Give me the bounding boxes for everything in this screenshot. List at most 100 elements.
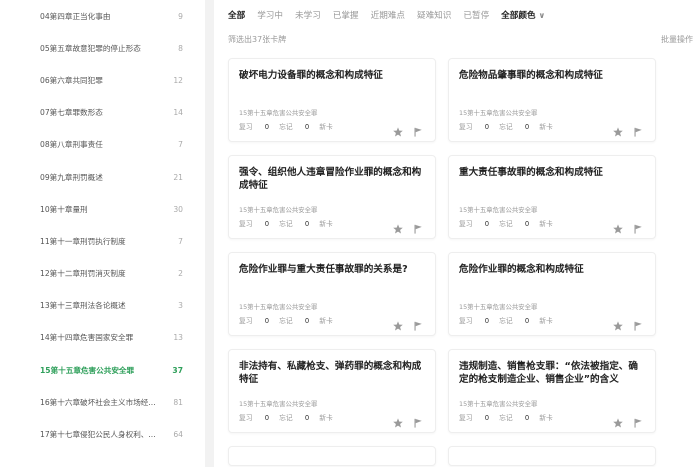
star-icon[interactable] [613,413,623,428]
filter-tab[interactable]: 已掌握 [333,9,359,21]
chapter-label: 08第八章刑事责任 [40,140,103,150]
chapter-label: 12第十二章刑罚消灭制度 [40,269,126,279]
star-icon[interactable] [613,219,623,234]
review-count: 0 [264,317,270,325]
chapter-count: 81 [173,397,183,407]
card-chapter: 15第十五章危害公共安全罪 [459,109,538,117]
star-icon[interactable] [613,122,623,137]
sidebar-chapter-item[interactable]: 10第十章量刑 30 [0,193,205,225]
filter-tab[interactable]: 未学习 [295,9,321,21]
card-actions [613,413,643,428]
filter-tab[interactable]: 全部 [228,9,245,21]
sidebar-chapter-item[interactable]: 16第十六章破坏社会主义市场经... 81 [0,386,205,418]
forget-label: 忘记 [279,414,293,422]
card-chapter: 15第十五章危害公共安全罪 [459,303,538,311]
card-status: 新卡 [539,414,553,422]
knowledge-card-partial[interactable] [228,446,436,466]
card-title: 危险作业罪的概念和构成特征 [459,264,584,275]
card-status: 新卡 [319,220,333,228]
sidebar-chapter-item[interactable]: 15第十五章危害公共安全罪 37 [0,354,205,386]
card-status: 新卡 [539,317,553,325]
card-actions [393,316,423,331]
flag-icon[interactable] [413,316,423,331]
star-icon[interactable] [393,413,403,428]
knowledge-card[interactable]: 破坏电力设备罪的概念和构成特征 15第十五章危害公共安全罪 复习 0 忘记 0 新卡 [228,58,436,142]
sidebar-chapter-item[interactable]: 11第十一章刑罚执行制度 7 [0,225,205,257]
review-count: 0 [484,123,490,131]
sidebar-chapter-item[interactable]: 17第十七章侵犯公民人身权利、... 64 [0,418,205,450]
flag-icon[interactable] [413,413,423,428]
knowledge-card[interactable]: 重大责任事故罪的概念和构成特征 15第十五章危害公共安全罪 复习 0 忘记 0 新卡 [448,155,656,239]
sidebar-chapter-item[interactable]: 14第十四章危害国家安全罪 13 [0,322,205,354]
card-title: 非法持有、私藏枪支、弹药罪的概念和构成特征 [239,361,422,385]
sidebar-chapter-item[interactable]: 06第六章共同犯罪 12 [0,64,205,96]
knowledge-card[interactable]: 危险作业罪与重大责任事故罪的关系是? 15第十五章危害公共安全罪 复习 0 忘记 0 新… [228,252,436,336]
card-chapter: 15第十五章危害公共安全罪 [239,303,318,311]
knowledge-card[interactable]: 危险物品肇事罪的概念和构成特征 15第十五章危害公共安全罪 复习 0 忘记 0 新卡 [448,58,656,142]
filter-tab[interactable]: 疑难知识 [417,9,451,21]
chapter-label: 05第五章故意犯罪的停止形态 [40,43,141,53]
forget-count: 0 [524,123,530,131]
color-filter-dropdown[interactable]: 全部颜色 ∨ [501,9,545,21]
chapter-count: 7 [178,236,183,246]
review-label: 复习 [239,414,253,422]
review-count: 0 [484,414,490,422]
card-title: 危险作业罪与重大责任事故罪的关系是? [239,264,408,275]
chapter-label: 13第十三章刑法各论概述 [40,301,126,311]
star-icon[interactable] [613,316,623,331]
chapter-sidebar: 04第四章正当化事由 9 05第五章故意犯罪的停止形态 8 06第六章共同犯罪 12 07第… [0,0,205,467]
flag-icon[interactable] [633,122,643,137]
sidebar-chapter-item[interactable]: 09第九章刑罚概述 21 [0,161,205,193]
flag-icon[interactable] [413,122,423,137]
chapter-count: 14 [173,108,183,118]
knowledge-card[interactable]: 非法持有、私藏枪支、弹药罪的概念和构成特征 15第十五章危害公共安全罪 复习 0 忘记… [228,349,436,433]
card-status: 新卡 [539,220,553,228]
sidebar-chapter-item[interactable]: 13第十三章刑法各论概述 3 [0,290,205,322]
star-icon[interactable] [393,219,403,234]
review-count: 0 [264,220,270,228]
review-label: 复习 [239,220,253,228]
knowledge-card[interactable]: 强令、组织他人违章冒险作业罪的概念和构成特征 15第十五章危害公共安全罪 复习 0 忘… [228,155,436,239]
flag-icon[interactable] [633,413,643,428]
chapter-label: 17第十七章侵犯公民人身权利、... [40,430,156,440]
chevron-down-icon: ∨ [538,11,546,20]
sidebar-chapter-item[interactable]: 08第八章刑事责任 7 [0,129,205,161]
flag-icon[interactable] [633,219,643,234]
flag-icon[interactable] [413,219,423,234]
forget-count: 0 [304,220,310,228]
sidebar-chapter-item[interactable]: 05第五章故意犯罪的停止形态 8 [0,32,205,64]
card-status: 新卡 [319,414,333,422]
filter-tab[interactable]: 已暂停 [463,9,489,21]
card-stats: 复习 0 忘记 0 新卡 [459,121,563,131]
card-stats: 复习 0 忘记 0 新卡 [239,121,343,131]
card-title: 破坏电力设备罪的概念和构成特征 [239,70,383,81]
chapter-label: 07第七章罪数形态 [40,108,103,118]
flag-icon[interactable] [633,316,643,331]
sidebar-chapter-item[interactable]: 12第十二章刑罚消灭制度 2 [0,258,205,290]
sidebar-chapter-item[interactable]: 07第七章罪数形态 14 [0,97,205,129]
card-actions [393,219,423,234]
filter-tab[interactable]: 学习中 [257,9,283,21]
chapter-label: 10第十章量刑 [40,204,88,214]
chapter-label: 14第十四章危害国家安全罪 [40,333,134,343]
knowledge-card[interactable]: 违规制造、销售枪支罪：“依法被指定、确定的枪支制造企业、销售企业”的含义 15第十… [448,349,656,433]
star-icon[interactable] [393,122,403,137]
review-count: 0 [264,123,270,131]
knowledge-card-partial[interactable] [448,446,656,466]
chapter-count: 9 [178,11,183,21]
chapter-count: 21 [173,172,183,182]
chapter-label: 04第四章正当化事由 [40,11,111,21]
review-label: 复习 [239,317,253,325]
chapter-count: 8 [178,43,183,53]
filter-tab[interactable]: 近期难点 [371,9,405,21]
review-count: 0 [264,414,270,422]
forget-count: 0 [524,414,530,422]
card-status: 新卡 [539,123,553,131]
batch-operation-button[interactable]: 批量操作 [661,34,693,45]
review-label: 复习 [459,123,473,131]
card-status: 新卡 [319,317,333,325]
knowledge-card[interactable]: 危险作业罪的概念和构成特征 15第十五章危害公共安全罪 复习 0 忘记 0 新卡 [448,252,656,336]
sidebar-chapter-item[interactable]: 04第四章正当化事由 9 [0,0,205,32]
forget-label: 忘记 [499,123,513,131]
star-icon[interactable] [393,316,403,331]
